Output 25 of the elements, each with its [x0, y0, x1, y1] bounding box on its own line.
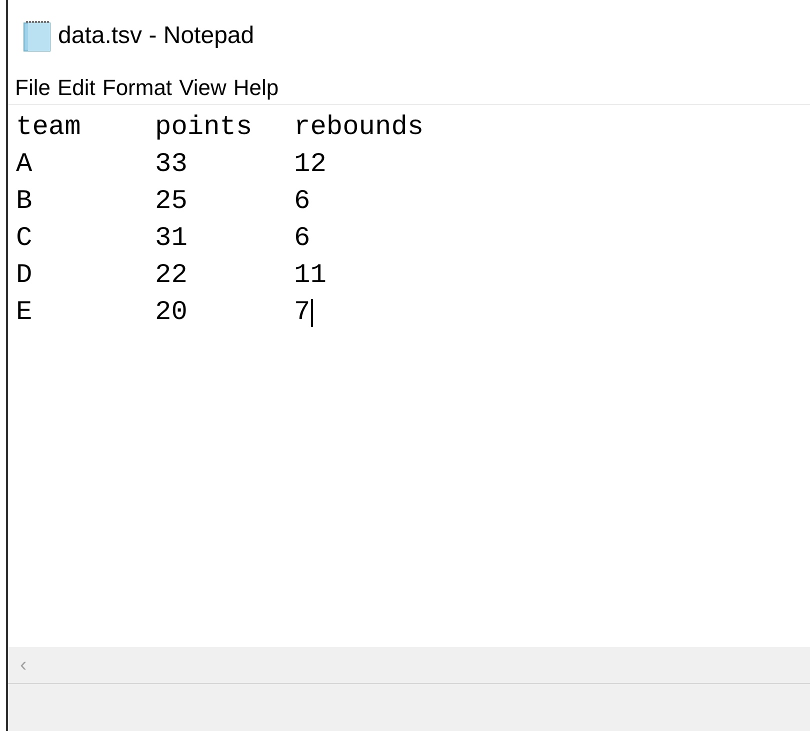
text-value: rebounds: [294, 112, 424, 142]
menu-item[interactable]: Format: [102, 75, 172, 101]
text-value: A: [16, 150, 34, 180]
text-value: D: [16, 260, 34, 290]
text-value: 25: [155, 186, 188, 216]
text-value: 7: [294, 298, 310, 328]
text-area[interactable]: team points rebounds A 33 12 B 25 6 C 31 6 D 22 11 E 20 7: [8, 105, 810, 647]
menu-item[interactable]: View: [179, 75, 226, 101]
window-title: data.tsv - Notepad: [58, 22, 254, 50]
text-value: points: [155, 112, 254, 142]
text-value: 6: [294, 186, 310, 216]
menu-item[interactable]: Edit: [57, 75, 96, 101]
text-value: B: [16, 186, 34, 216]
text-value: 31: [155, 224, 188, 254]
text-value: 12: [294, 150, 326, 180]
text-value: 11: [294, 260, 326, 290]
text-value: 6: [294, 224, 310, 254]
text-value: 22: [155, 260, 188, 290]
text-value: 20: [155, 298, 188, 328]
text-value: team: [16, 112, 82, 142]
menu-item[interactable]: Help: [233, 75, 279, 101]
text-value: 33: [155, 150, 188, 180]
menu-item[interactable]: File: [15, 75, 50, 101]
text-value: E: [16, 298, 34, 328]
text-value: C: [16, 224, 34, 254]
